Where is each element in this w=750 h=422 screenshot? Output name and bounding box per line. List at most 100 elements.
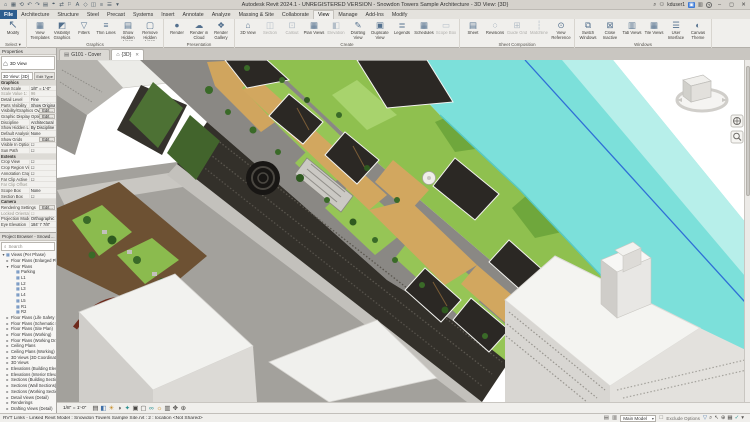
status-filter-icon[interactable]: ⌕ [709, 415, 712, 422]
browser-tree-item[interactable]: ▸ Ceiling Plans (Working) [0, 349, 56, 355]
ribbon-button[interactable]: ▦ View Templates [29, 20, 51, 41]
expand-arrow-icon[interactable]: ▸ [5, 389, 10, 394]
qat-icon[interactable]: ▤ [42, 2, 49, 8]
view-control-icon[interactable]: ☼ [155, 405, 163, 412]
ribbon-button[interactable]: ✎ Drafting View [347, 20, 369, 41]
browser-tree-item[interactable]: ▸ Sections (Building Sections) [0, 377, 56, 383]
expand-arrow-icon[interactable]: ▸ [5, 349, 10, 354]
ribbon-tab[interactable]: Systems [129, 10, 157, 19]
qat-icon[interactable]: ⌂ [2, 2, 9, 8]
ribbon-tab[interactable]: Manage [334, 10, 361, 19]
browser-tree-item[interactable]: ▸ Floor Plans (Site Plan) [0, 326, 56, 332]
view-control-icon[interactable]: ☀ [107, 404, 115, 412]
expand-arrow-icon[interactable]: ▸ [5, 372, 10, 377]
expand-arrow-icon[interactable]: ▸ [5, 400, 10, 405]
drawing-area[interactable] [57, 60, 744, 402]
ribbon-button[interactable]: ▦ Plan Views [303, 20, 325, 41]
expand-arrow-icon[interactable]: ▸ [5, 383, 10, 388]
scale-button[interactable]: 1/8" = 1'-0" [60, 405, 89, 412]
expand-arrow-icon[interactable]: ▸ [5, 343, 10, 348]
browser-tree-item[interactable]: ▸ 3D Views (3D Coordination) [0, 354, 56, 360]
browser-tree-item[interactable]: ▸ Elevations (Interior Elevation) [0, 371, 56, 377]
browser-tree-item[interactable]: ▸ Floor Plans (Working) [0, 332, 56, 338]
ribbon-button[interactable]: ☁ Render in Cloud [188, 20, 210, 41]
ribbon-button[interactable]: ⌂ 3D View [237, 20, 259, 41]
account-name[interactable]: kduser1 [667, 2, 685, 8]
editing-requests-icon[interactable]: ▥ [612, 415, 617, 421]
exclude-options-checkbox[interactable]: ☐ [659, 415, 663, 421]
ribbon-tab[interactable]: Annotate [179, 10, 208, 19]
highlighted-panel-icon[interactable]: ▣ [688, 2, 695, 8]
ribbon-button[interactable]: ↖ Modify [2, 20, 24, 41]
expand-arrow-icon[interactable]: ▸ [5, 360, 10, 365]
ribbon-button[interactable]: ◩ Visibility/ Graphics [51, 20, 73, 41]
qat-icon[interactable]: ◫ [90, 2, 97, 8]
expand-arrow-icon[interactable]: ▸ [5, 332, 10, 337]
ribbon-button[interactable]: ◧ Elevation [325, 20, 347, 41]
ribbon-button[interactable]: ⧉ Switch Windows [577, 20, 599, 41]
qat-icon[interactable]: ☰ [106, 2, 113, 8]
ribbon-tab[interactable]: Analyze [208, 10, 235, 19]
expand-arrow-icon[interactable]: ▸ [5, 258, 10, 263]
browser-tree-item[interactable]: ▸ Floor Plans (Enlarged Plans) [0, 258, 56, 264]
expand-arrow-icon[interactable]: ▸ [5, 406, 10, 411]
view-control-icon[interactable]: ▤ [91, 404, 99, 412]
status-filter-icon[interactable]: ▦ [727, 415, 732, 421]
status-filter-icon[interactable]: ↖ [714, 415, 719, 421]
browser-tree-item[interactable]: ▸ Sections (Working Sections) [0, 389, 56, 395]
view-control-icon[interactable]: ▣ [131, 404, 139, 412]
ribbon-button[interactable]: ⊡ Callout [281, 20, 303, 41]
ribbon-button[interactable]: ❖ Render Gallery [210, 20, 232, 41]
ribbon-tab[interactable]: Architecture [17, 10, 53, 19]
ribbon-button[interactable]: ▤ Sheet [462, 20, 484, 41]
browser-tree-item[interactable]: ▸ Sections (Wall Sections) [0, 383, 56, 389]
browser-tree-item[interactable]: ▸ Floor Plans (Working Drawings) [0, 337, 56, 343]
minimize-button[interactable]: – [715, 2, 724, 8]
ribbon-button[interactable]: ≡ Thin Lines [95, 20, 117, 41]
ribbon-button[interactable]: ▦ Schedules [413, 20, 435, 41]
ribbon-tab[interactable]: Insert [157, 10, 178, 19]
worksets-icon[interactable]: ▤ [604, 415, 609, 421]
status-filter-icon[interactable]: ▾ [741, 415, 744, 421]
view-control-icon[interactable]: ⊕ [179, 404, 187, 412]
ribbon-button[interactable]: ▢ Remove Hidden Lines [139, 20, 161, 41]
ribbon-button[interactable]: ◐ Canvas Theme [687, 20, 709, 41]
ribbon-button[interactable]: ● Render [166, 20, 188, 41]
ribbon-tab[interactable]: Collaborate [278, 10, 313, 19]
help-icon[interactable]: ? [706, 2, 712, 8]
browser-tree-item[interactable]: ▸ Detail Views (Detail) [0, 394, 56, 400]
qat-icon[interactable]: ≡ [98, 2, 105, 8]
ribbon-button[interactable]: ⊠ Close Inactive [599, 20, 621, 41]
qat-icon[interactable]: ⇄ [58, 2, 65, 8]
qat-icon[interactable]: ⌖ [50, 1, 57, 8]
qat-icon[interactable]: ▾ [114, 2, 121, 8]
ribbon-button[interactable]: ◫ Section [259, 20, 281, 41]
expand-arrow-icon[interactable]: ▸ [5, 366, 10, 371]
design-options-dropdown[interactable]: Main Model [620, 415, 656, 422]
ribbon-button[interactable]: ▤ Show Hidden Lines [117, 20, 139, 41]
property-row[interactable]: Eye Elevation 184' 7 7/8" [0, 222, 56, 228]
qat-icon[interactable]: ◇ [82, 2, 89, 8]
view-control-icon[interactable]: ▢ [139, 404, 147, 412]
restore-button[interactable]: ◻ [727, 2, 736, 8]
ribbon-tab[interactable]: Modify [388, 10, 412, 19]
expand-arrow-icon[interactable]: ▸ [5, 321, 10, 326]
project-browser-header[interactable]: Project Browser - Snowdon Towers Sample … [0, 233, 56, 241]
ribbon-button[interactable]: ▥ Tab Views [621, 20, 643, 41]
view-control-icon[interactable]: ▥ [163, 404, 171, 412]
store-icon[interactable]: ▥ [698, 2, 703, 8]
qat-icon[interactable]: ⟲ [18, 2, 25, 8]
view-tab[interactable]: ▤ G101 - Cover [59, 49, 110, 60]
ribbon-tab[interactable]: Steel [83, 10, 103, 19]
ribbon-button[interactable]: ▦ Tile Views [643, 20, 665, 41]
ribbon-tab[interactable]: Structure [53, 10, 83, 19]
browser-tree-item[interactable]: ▸ Drafting Views (Detail) [0, 406, 56, 412]
ribbon-button[interactable]: ⊙ View Reference [550, 20, 572, 41]
ribbon-tab[interactable]: View [313, 10, 334, 19]
view-control-icon[interactable]: ✦ [123, 404, 131, 412]
expand-arrow-icon[interactable]: ▸ [5, 355, 10, 360]
expand-arrow-icon[interactable]: ▾ [5, 264, 10, 269]
ribbon-tab[interactable]: Massing & Site [235, 10, 278, 19]
type-dropdown[interactable]: 3D View: {3D} [1, 72, 33, 80]
ribbon-button[interactable]: ▣ Duplicate View [369, 20, 391, 41]
